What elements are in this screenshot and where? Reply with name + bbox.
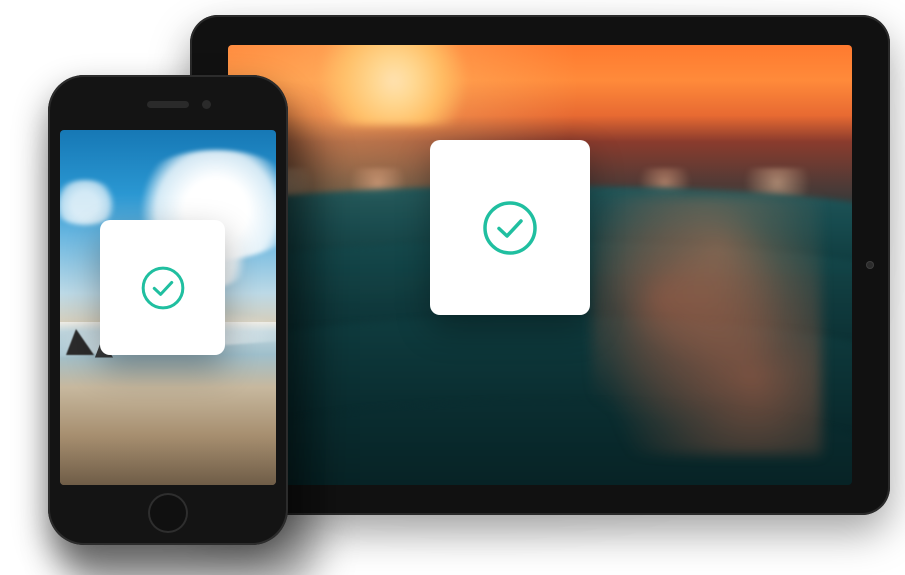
success-card-phone bbox=[100, 220, 225, 355]
tablet-camera-icon bbox=[866, 261, 874, 269]
phone-speaker-icon bbox=[147, 101, 189, 108]
rock bbox=[66, 329, 94, 355]
device-mockup-stage bbox=[0, 0, 905, 575]
check-circle-icon bbox=[481, 199, 539, 257]
success-card-tablet bbox=[430, 140, 590, 315]
cloud bbox=[60, 180, 120, 225]
water-splash bbox=[592, 195, 822, 455]
check-circle-icon bbox=[140, 265, 186, 311]
phone-camera-icon bbox=[202, 100, 211, 109]
phone-home-button[interactable] bbox=[148, 493, 188, 533]
